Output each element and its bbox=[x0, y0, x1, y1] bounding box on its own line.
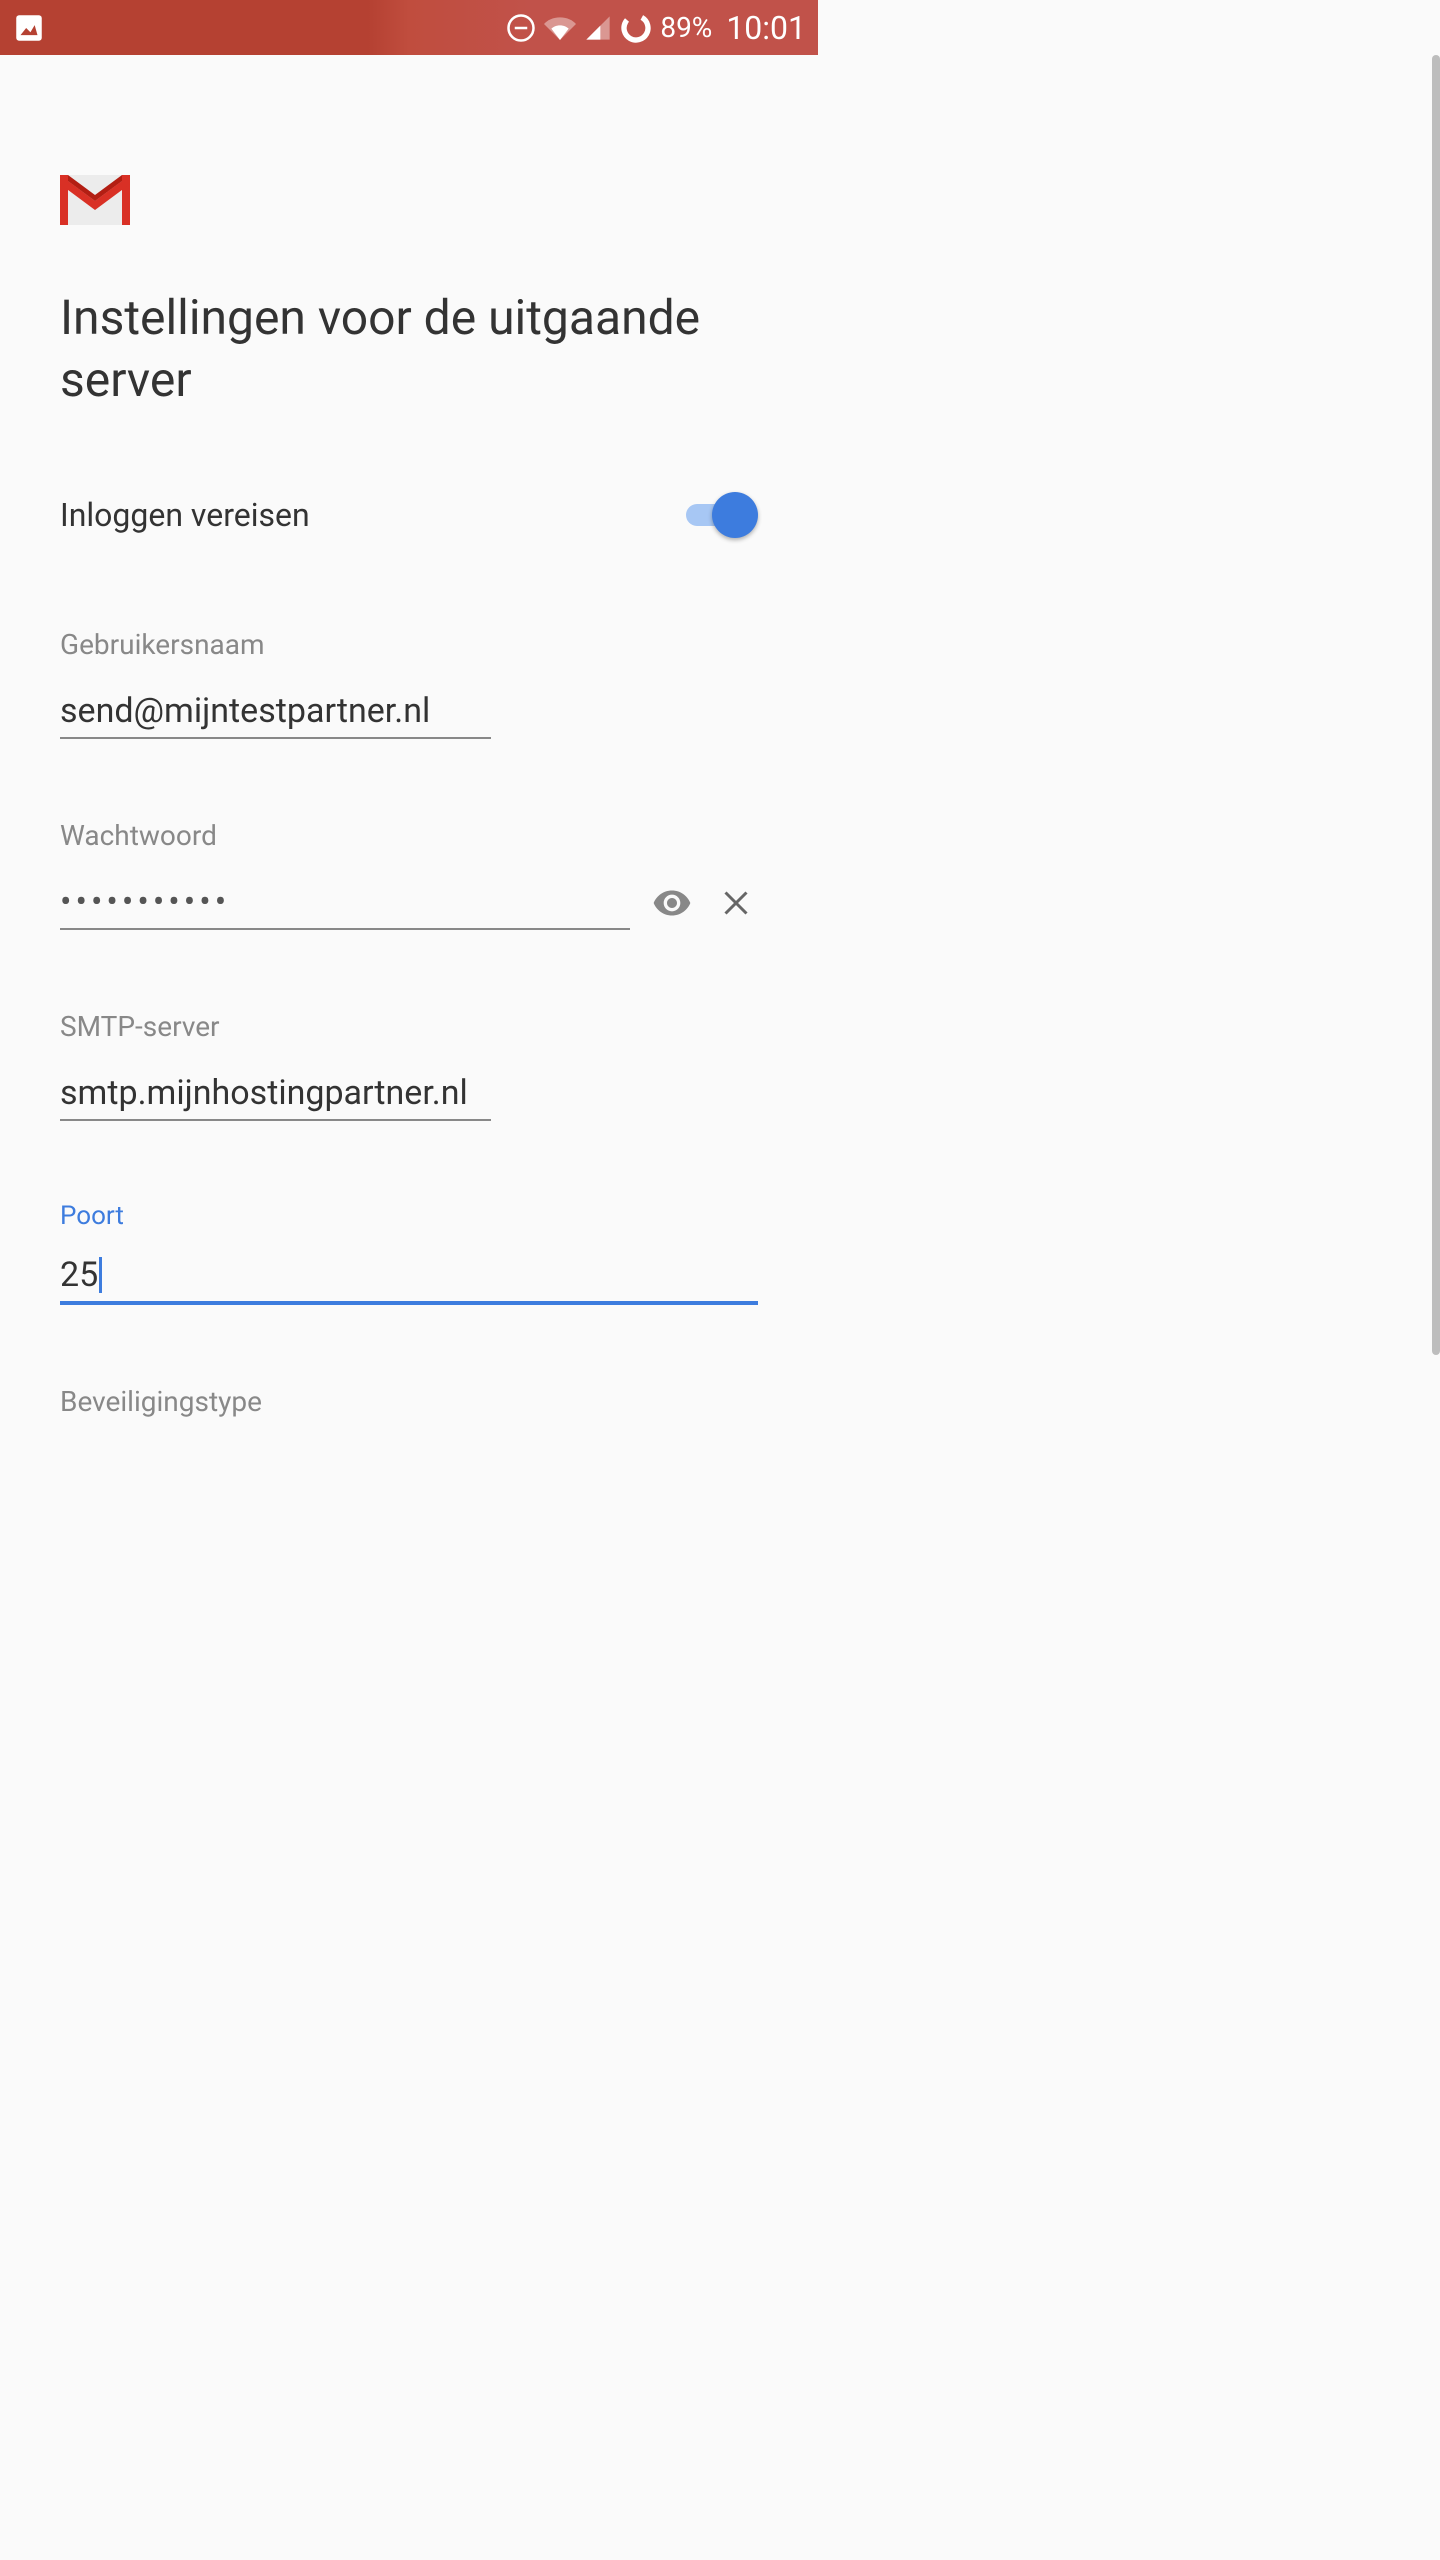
eye-icon bbox=[652, 883, 692, 923]
security-field-group: Beveiligingstype STARTTLS bbox=[60, 1385, 758, 1440]
port-field-group: Poort 25 bbox=[60, 1201, 758, 1305]
password-field-group: Wachtwoord bbox=[60, 819, 758, 930]
clear-password-button[interactable] bbox=[714, 881, 758, 925]
wifi-icon bbox=[544, 12, 576, 44]
battery-text: 89% bbox=[660, 11, 712, 44]
cell-signal-icon bbox=[584, 14, 612, 42]
smtp-input[interactable] bbox=[60, 1067, 491, 1121]
scrollbar[interactable] bbox=[1432, 55, 1440, 1355]
clock-text: 10:01 bbox=[726, 9, 806, 47]
status-left bbox=[12, 11, 46, 45]
require-login-label: Inloggen vereisen bbox=[60, 496, 310, 534]
require-login-row: Inloggen vereisen bbox=[60, 492, 758, 538]
loading-circle-icon bbox=[620, 12, 652, 44]
security-label: Beveiligingstype bbox=[60, 1385, 758, 1418]
port-input[interactable]: 25 bbox=[60, 1255, 758, 1305]
close-icon bbox=[718, 885, 754, 921]
gmail-icon bbox=[60, 175, 130, 225]
dnd-icon bbox=[506, 13, 536, 43]
username-label: Gebruikersnaam bbox=[60, 628, 758, 661]
gallery-icon bbox=[12, 11, 46, 45]
username-input[interactable] bbox=[60, 685, 491, 739]
status-right: 89% 10:01 bbox=[506, 9, 806, 47]
username-field-group: Gebruikersnaam bbox=[60, 628, 758, 739]
status-bar: 89% 10:01 bbox=[0, 0, 818, 55]
content-area: Instellingen voor de uitgaande server In… bbox=[0, 55, 818, 1440]
toggle-visibility-button[interactable] bbox=[650, 881, 694, 925]
port-label: Poort bbox=[60, 1201, 758, 1231]
password-input[interactable] bbox=[60, 876, 630, 930]
smtp-field-group: SMTP-server bbox=[60, 1010, 758, 1121]
password-label: Wachtwoord bbox=[60, 819, 758, 852]
smtp-label: SMTP-server bbox=[60, 1010, 758, 1043]
require-login-toggle[interactable] bbox=[686, 492, 758, 538]
page-title: Instellingen voor de uitgaande server bbox=[60, 287, 758, 412]
